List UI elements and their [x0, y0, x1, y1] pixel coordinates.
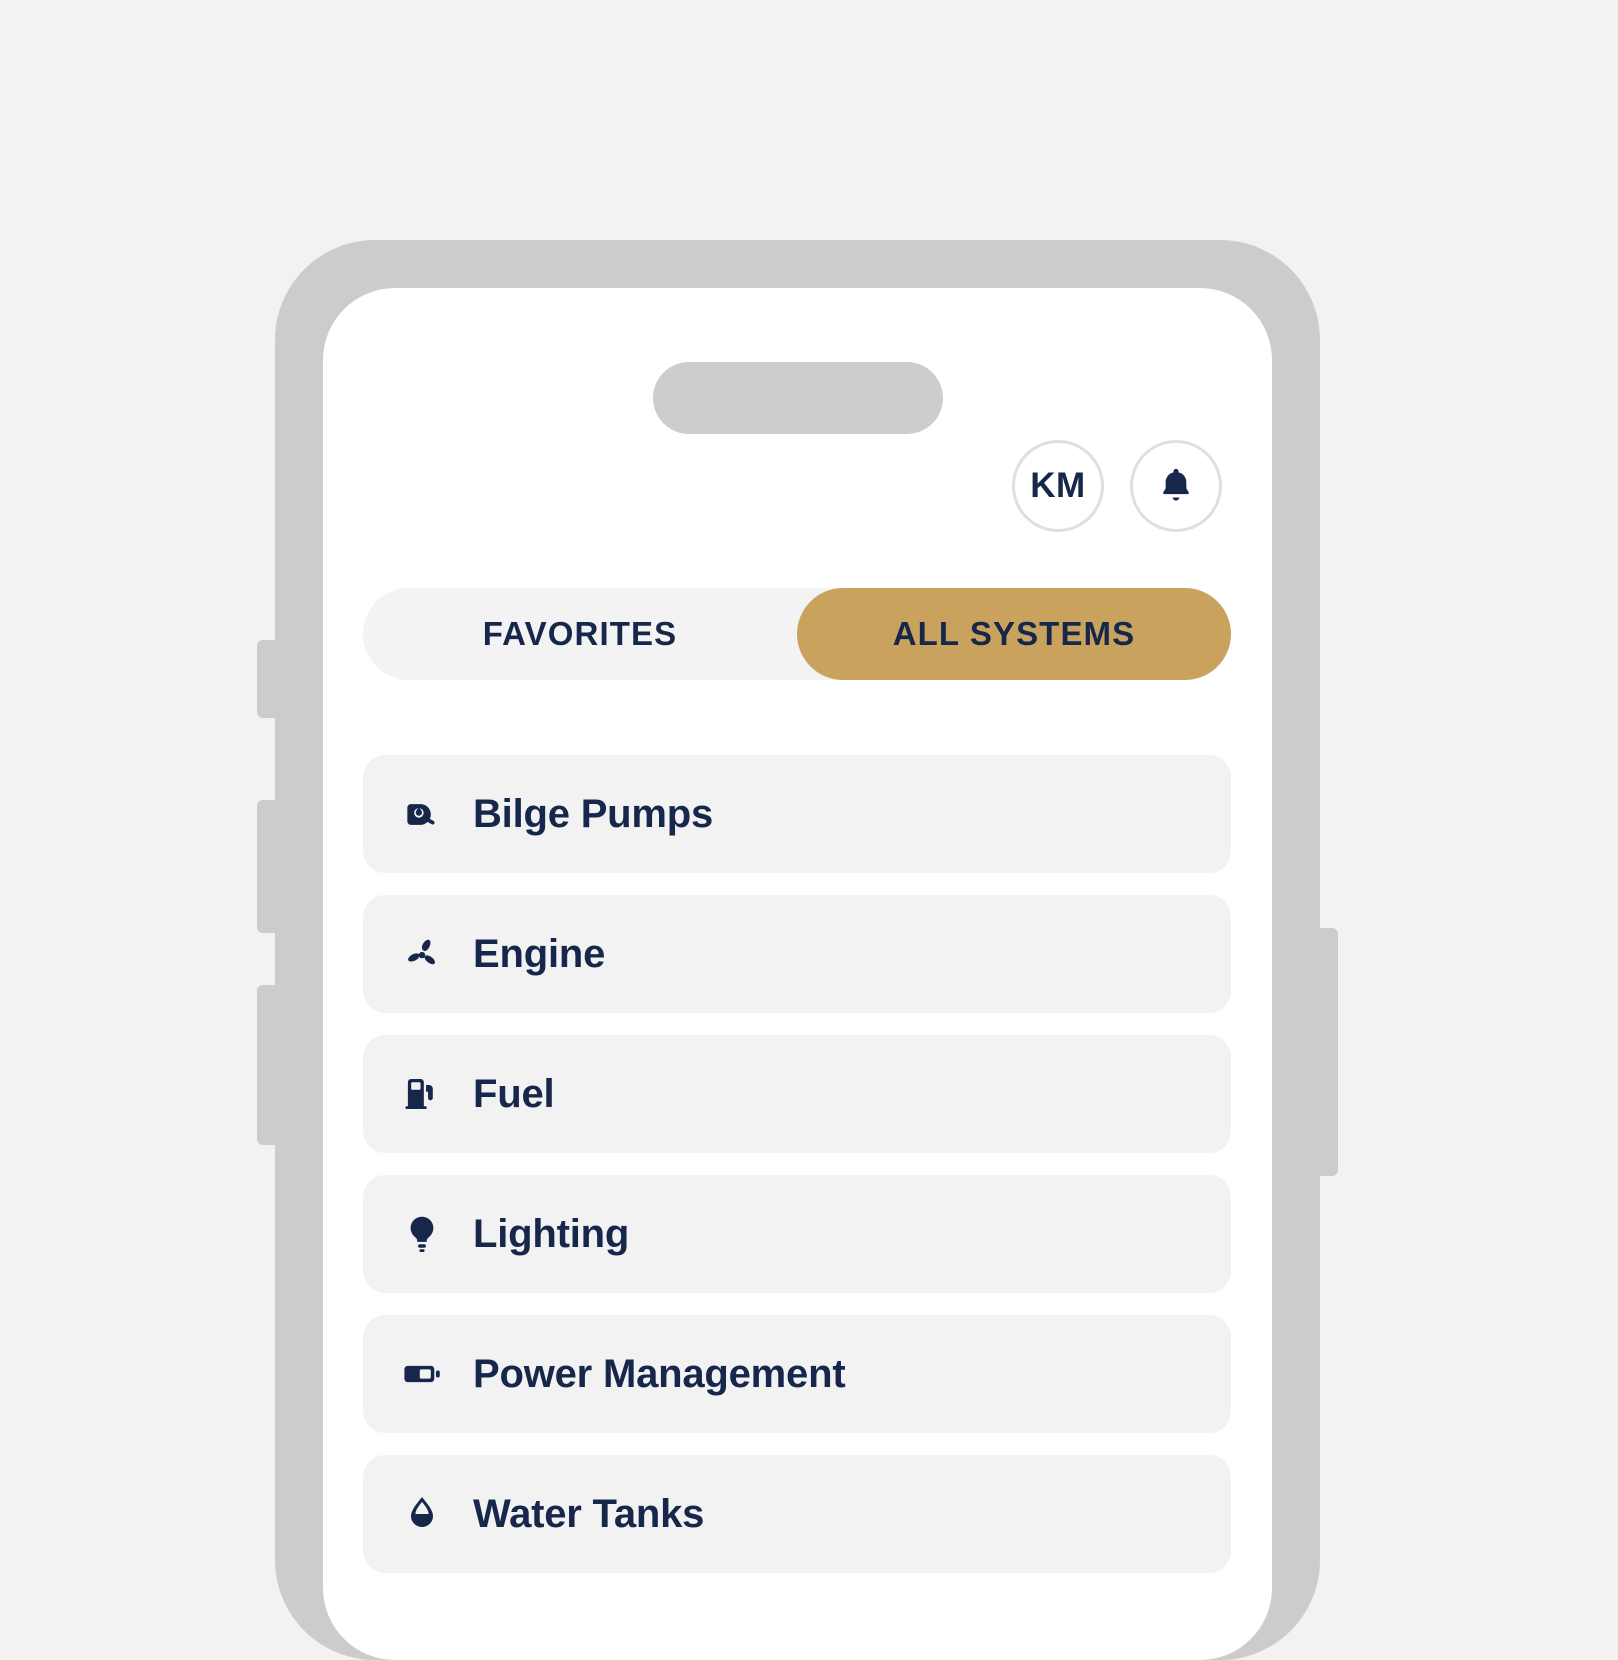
list-item-label: Engine: [473, 931, 606, 976]
list-item-fuel[interactable]: Fuel: [363, 1035, 1231, 1153]
battery-icon: [399, 1351, 445, 1397]
list-item-label: Water Tanks: [473, 1491, 705, 1536]
avatar-initials: KM: [1030, 466, 1086, 505]
list-item-label: Fuel: [473, 1071, 555, 1116]
tab-favorites[interactable]: FAVORITES: [363, 588, 797, 680]
list-item-engine[interactable]: Engine: [363, 895, 1231, 1013]
phone-screen: KM FAVORITES ALL SYSTEMS Bilge Pumps Eng…: [323, 288, 1272, 1660]
avatar[interactable]: KM: [1012, 440, 1104, 532]
propeller-icon: [399, 931, 445, 977]
bilge-pump-icon: [399, 791, 445, 837]
fuel-pump-icon: [399, 1071, 445, 1117]
list-item-label: Lighting: [473, 1211, 630, 1256]
list-item-water-tanks[interactable]: Water Tanks: [363, 1455, 1231, 1573]
phone-frame: KM FAVORITES ALL SYSTEMS Bilge Pumps Eng…: [257, 240, 1338, 1660]
list-item-bilge-pumps[interactable]: Bilge Pumps: [363, 755, 1231, 873]
systems-tabs: FAVORITES ALL SYSTEMS: [363, 588, 1231, 680]
dynamic-island: [652, 362, 943, 434]
tab-all-systems[interactable]: ALL SYSTEMS: [797, 588, 1231, 680]
power-button[interactable]: [1318, 928, 1338, 1176]
list-item-lighting[interactable]: Lighting: [363, 1175, 1231, 1293]
list-item-label: Bilge Pumps: [473, 791, 714, 836]
bell-icon: [1155, 465, 1197, 507]
list-item-power-management[interactable]: Power Management: [363, 1315, 1231, 1433]
mute-switch-button[interactable]: [257, 640, 277, 718]
water-drop-icon: [399, 1491, 445, 1537]
systems-list: Bilge Pumps Engine Fuel Lighting Power M…: [363, 755, 1231, 1573]
list-item-label: Power Management: [473, 1351, 846, 1396]
notifications-button[interactable]: [1130, 440, 1222, 532]
lightbulb-icon: [399, 1211, 445, 1257]
volume-up-button[interactable]: [257, 800, 277, 933]
top-bar: KM: [1012, 440, 1222, 532]
volume-down-button[interactable]: [257, 985, 277, 1145]
